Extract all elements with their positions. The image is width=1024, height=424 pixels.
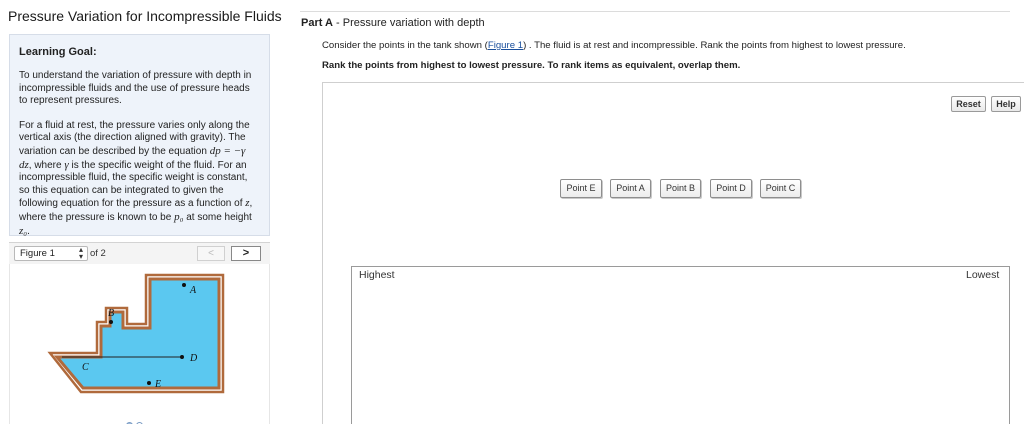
figure-navigation-bar: Figure 1 ▴ ▾ of 2 < > xyxy=(9,242,270,264)
figure-area: A B C D E xyxy=(9,264,270,424)
help-button[interactable]: Help xyxy=(991,96,1021,112)
learning-goal-panel: Learning Goal: To understand the variati… xyxy=(9,34,270,238)
header-divider xyxy=(300,11,1010,12)
chip-point-b[interactable]: Point B xyxy=(660,179,701,198)
point-d-label: D xyxy=(189,353,198,364)
text-run: . xyxy=(27,225,30,237)
part-title: Part A - Pressure variation with depth xyxy=(301,17,485,29)
select-arrows-icon: ▴ ▾ xyxy=(78,245,83,261)
reset-button[interactable]: Reset xyxy=(951,96,986,112)
ranking-instruction: Rank the points from highest to lowest p… xyxy=(322,60,741,71)
point-c-label: C xyxy=(82,362,89,373)
z0-symbol: z₀ xyxy=(19,224,28,237)
previous-figure-button[interactable]: < xyxy=(197,246,225,261)
ranking-highest-label: Highest xyxy=(359,269,395,281)
prompt-text: Consider the points in the tank shown ( xyxy=(322,40,488,51)
learning-goal-heading: Learning Goal: xyxy=(19,46,97,58)
ranking-lowest-label: Lowest xyxy=(966,269,1000,281)
figure-count: of 2 xyxy=(90,248,106,259)
tank-diagram: A B C D E xyxy=(47,273,225,394)
point-a-marker xyxy=(182,283,186,287)
learning-goal-paragraph-2: For a fluid at rest, the pressure varies… xyxy=(19,120,260,238)
figure-select[interactable]: Figure 1 ▴ ▾ xyxy=(14,246,88,261)
chip-point-e[interactable]: Point E xyxy=(560,179,602,198)
point-e-label: E xyxy=(154,379,161,390)
chip-point-a[interactable]: Point A xyxy=(610,179,651,198)
question-prompt: Consider the points in the tank shown (F… xyxy=(322,40,906,51)
next-figure-button[interactable]: > xyxy=(231,246,261,261)
learning-goal-paragraph-1: To understand the variation of pressure … xyxy=(19,70,252,107)
figure-pagination xyxy=(126,416,146,424)
chip-point-c[interactable]: Point C xyxy=(760,179,801,198)
page-title: Pressure Variation for Incompressible Fl… xyxy=(8,8,282,24)
part-label: Part A xyxy=(301,17,333,29)
text-run: , where xyxy=(28,159,65,171)
prompt-text: ) . The fluid is at rest and incompressi… xyxy=(523,40,906,51)
part-separator: - xyxy=(333,17,343,29)
point-a-label: A xyxy=(189,285,197,296)
part-heading: Pressure variation with depth xyxy=(342,17,485,29)
figure-select-value: Figure 1 xyxy=(20,248,55,259)
figure-link[interactable]: Figure 1 xyxy=(488,40,523,51)
point-e-marker xyxy=(147,381,151,385)
point-d-marker xyxy=(180,355,184,359)
ranking-drop-zone[interactable] xyxy=(351,266,1010,424)
point-b-label: B xyxy=(108,308,114,319)
point-b-marker xyxy=(109,320,113,324)
chip-point-d[interactable]: Point D xyxy=(710,179,752,198)
text-run: at some height xyxy=(183,211,252,223)
